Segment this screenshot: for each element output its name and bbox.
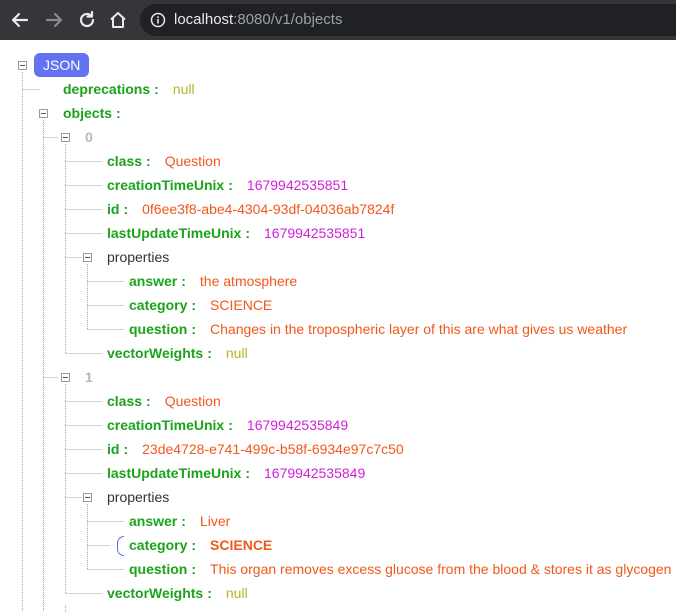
hover-bracket <box>117 536 124 556</box>
question-value: Changes in the tropospheric layer of thi… <box>210 321 628 337</box>
info-icon[interactable] <box>150 12 166 28</box>
category-row: category: SCIENCE <box>129 297 273 313</box>
deprecations-value: null <box>172 81 195 97</box>
reload-icon[interactable] <box>75 8 99 32</box>
creation-time-value: 1679942535849 <box>246 417 349 433</box>
properties-row[interactable]: properties <box>107 245 169 269</box>
collapse-toggle-item-1[interactable] <box>61 373 70 382</box>
vector-weights-value: null <box>225 585 248 601</box>
category-value: SCIENCE <box>210 297 273 313</box>
url-path: :8080/v1/objects <box>233 11 343 28</box>
last-update-time-value: 1679942535849 <box>264 465 366 481</box>
objects-row: objects: <box>63 105 121 121</box>
answer-row: answer: Liver <box>129 513 231 529</box>
item-index-1[interactable]: 1 <box>85 365 93 389</box>
browser-toolbar: localhost:8080/v1/objects <box>0 0 676 40</box>
json-tree: JSON deprecations: null objects: 0 class:… <box>0 40 676 612</box>
question-row: question: Changes in the tropospheric lay… <box>129 321 628 337</box>
forward-icon[interactable] <box>42 8 66 32</box>
answer-value: the atmosphere <box>199 273 298 289</box>
class-row: class: Question <box>107 153 221 169</box>
collapse-toggle-item-0[interactable] <box>61 133 70 142</box>
item-index-0[interactable]: 0 <box>85 125 93 149</box>
properties-row[interactable]: properties <box>107 485 169 509</box>
address-bar[interactable]: localhost:8080/v1/objects <box>140 4 676 36</box>
id-row: id:23de4728-e741-499c-b58f-6934e97c7c50 <box>107 441 404 457</box>
vector-weights-value: null <box>225 345 248 361</box>
category-row[interactable]: category: SCIENCE <box>129 533 272 557</box>
answer-row: answer: the atmosphere <box>129 273 298 289</box>
id-value: 0f6ee3f8-abe4-4304-93df-04036ab7824f <box>142 201 395 217</box>
last-update-time-value: 1679942535851 <box>264 225 366 241</box>
root-label[interactable]: JSON <box>34 53 90 77</box>
url-host: localhost <box>174 11 234 28</box>
url-text: localhost:8080/v1/objects <box>174 11 342 29</box>
creation-time-value: 1679942535851 <box>246 177 349 193</box>
category-value: SCIENCE <box>210 537 273 553</box>
last-update-time-row: lastUpdateTimeUnix:1679942535851 <box>107 225 366 241</box>
last-update-time-row: lastUpdateTimeUnix:1679942535849 <box>107 465 366 481</box>
deprecations-key: deprecations <box>63 81 151 97</box>
class-value: Question <box>164 393 221 409</box>
vector-weights-row: vectorWeights: null <box>107 345 248 361</box>
class-row: class: Question <box>107 393 221 409</box>
question-row: question: This organ removes excess gluco… <box>129 561 672 577</box>
objects-key[interactable]: objects <box>63 105 112 121</box>
collapse-toggle-root[interactable] <box>18 61 27 70</box>
collapse-toggle-properties-1[interactable] <box>83 493 92 502</box>
collapse-toggle-objects[interactable] <box>39 109 48 118</box>
creation-time-row: creationTimeUnix:1679942535851 <box>107 177 349 193</box>
answer-value: Liver <box>199 513 231 529</box>
id-row: id:0f6ee3f8-abe4-4304-93df-04036ab7824f <box>107 201 395 217</box>
id-value: 23de4728-e741-499c-b58f-6934e97c7c50 <box>142 441 404 457</box>
collapse-toggle-properties-0[interactable] <box>83 253 92 262</box>
question-value: This organ removes excess glucose from t… <box>210 561 672 577</box>
back-icon[interactable] <box>8 8 32 32</box>
home-icon[interactable] <box>106 8 130 32</box>
deprecations-row: deprecations: null <box>63 81 195 97</box>
class-value: Question <box>164 153 221 169</box>
vector-weights-row: vectorWeights: null <box>107 585 248 601</box>
creation-time-row: creationTimeUnix:1679942535849 <box>107 417 349 433</box>
